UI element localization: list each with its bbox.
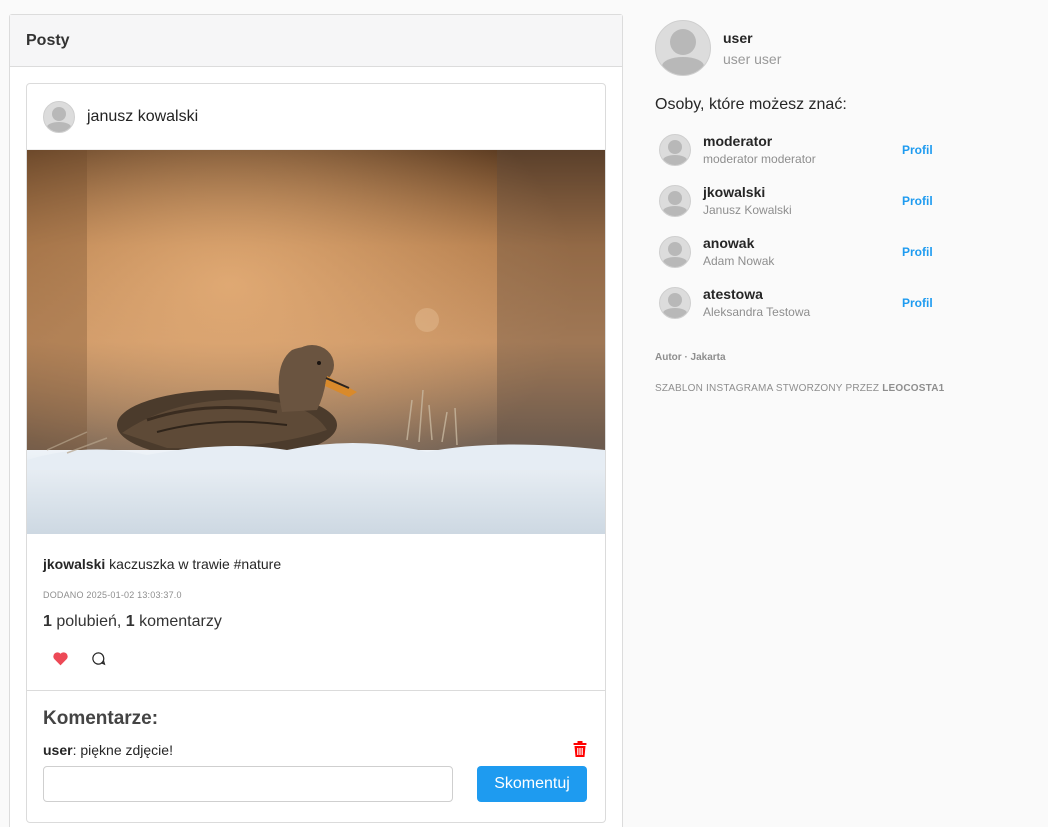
caption-text: kaczuszka w trawie #nature bbox=[109, 556, 282, 572]
comment-user[interactable]: user bbox=[43, 742, 73, 758]
suggestion-fullname: moderator moderator bbox=[703, 152, 816, 166]
likes-label: polubień, bbox=[56, 613, 122, 630]
comment-submit-button[interactable]: Skomentuj bbox=[477, 766, 587, 802]
comment-item: user: piękne zdjęcie! bbox=[43, 742, 173, 758]
footer-author: Autor · Jakarta bbox=[655, 352, 726, 363]
suggestion-fullname: Janusz Kowalski bbox=[703, 203, 792, 217]
comments-label: komentarzy bbox=[139, 613, 222, 630]
suggestion-fullname: Aleksandra Testowa bbox=[703, 305, 811, 319]
current-user: user user user bbox=[655, 20, 955, 76]
post-stats: 1 polubień, 1 komentarzy bbox=[43, 613, 222, 631]
suggestion-username[interactable]: anowak bbox=[703, 235, 902, 251]
suggestion-item: moderator moderator moderator Profil bbox=[655, 124, 955, 175]
caption-username[interactable]: jkowalski bbox=[43, 556, 105, 572]
likes-count: 1 bbox=[43, 613, 52, 630]
suggestion-item: jkowalski Janusz Kowalski Profil bbox=[655, 175, 955, 226]
post-caption: jkowalski kaczuszka w trawie #nature bbox=[43, 556, 281, 572]
profile-link[interactable]: Profil bbox=[902, 194, 933, 208]
posts-panel: Posty janusz kowalski jkowalski kaczuszk… bbox=[9, 14, 623, 827]
comment-input[interactable] bbox=[43, 766, 453, 802]
post-image bbox=[27, 150, 605, 534]
avatar[interactable] bbox=[659, 133, 691, 166]
avatar[interactable] bbox=[659, 286, 691, 319]
profile-link[interactable]: Profil bbox=[902, 245, 933, 259]
avatar[interactable] bbox=[43, 100, 75, 133]
post-author[interactable]: janusz kowalski bbox=[87, 108, 198, 126]
comments-section: Komentarze: user: piękne zdjęcie! Skomen… bbox=[27, 690, 605, 822]
profile-link[interactable]: Profil bbox=[902, 143, 933, 157]
post-actions bbox=[51, 649, 107, 667]
comments-title: Komentarze: bbox=[43, 708, 159, 729]
suggestion-item: anowak Adam Nowak Profil bbox=[655, 226, 955, 277]
sidebar: user user user Osoby, które możesz znać:… bbox=[655, 20, 955, 394]
avatar[interactable] bbox=[659, 235, 691, 268]
suggestion-username[interactable]: jkowalski bbox=[703, 184, 902, 200]
suggestion-fullname: Adam Nowak bbox=[703, 254, 775, 268]
post-card: janusz kowalski jkowalski kaczuszka w tr… bbox=[26, 83, 606, 823]
comments-count: 1 bbox=[125, 613, 135, 630]
comment-icon[interactable] bbox=[89, 649, 107, 667]
current-fullname: user user bbox=[723, 50, 782, 67]
heart-icon[interactable] bbox=[51, 649, 69, 667]
profile-link[interactable]: Profil bbox=[902, 296, 933, 310]
avatar[interactable] bbox=[659, 184, 691, 217]
post-header: janusz kowalski bbox=[27, 84, 605, 150]
suggestion-username[interactable]: atestowa bbox=[703, 286, 902, 302]
footer-credit-prefix: SZABLON INSTAGRAMA STWORZONY PRZEZ bbox=[655, 383, 883, 394]
comment-text: : piękne zdjęcie! bbox=[72, 742, 173, 758]
posts-header: Posty bbox=[10, 15, 622, 67]
suggestions-title: Osoby, które możesz znać: bbox=[655, 96, 847, 113]
current-username[interactable]: user bbox=[723, 30, 781, 46]
footer-credit-name[interactable]: LEOCOSTA1 bbox=[882, 383, 944, 394]
post-date: DODANO 2025-01-02 13:03:37.0 bbox=[43, 590, 182, 600]
avatar[interactable] bbox=[655, 20, 711, 76]
trash-icon[interactable] bbox=[573, 741, 587, 757]
suggestion-username[interactable]: moderator bbox=[703, 133, 902, 149]
footer-credit: SZABLON INSTAGRAMA STWORZONY PRZEZ LEOCO… bbox=[655, 383, 955, 394]
suggestions-list: moderator moderator moderator Profil jkow… bbox=[655, 124, 955, 328]
suggestion-item: atestowa Aleksandra Testowa Profil bbox=[655, 277, 955, 328]
